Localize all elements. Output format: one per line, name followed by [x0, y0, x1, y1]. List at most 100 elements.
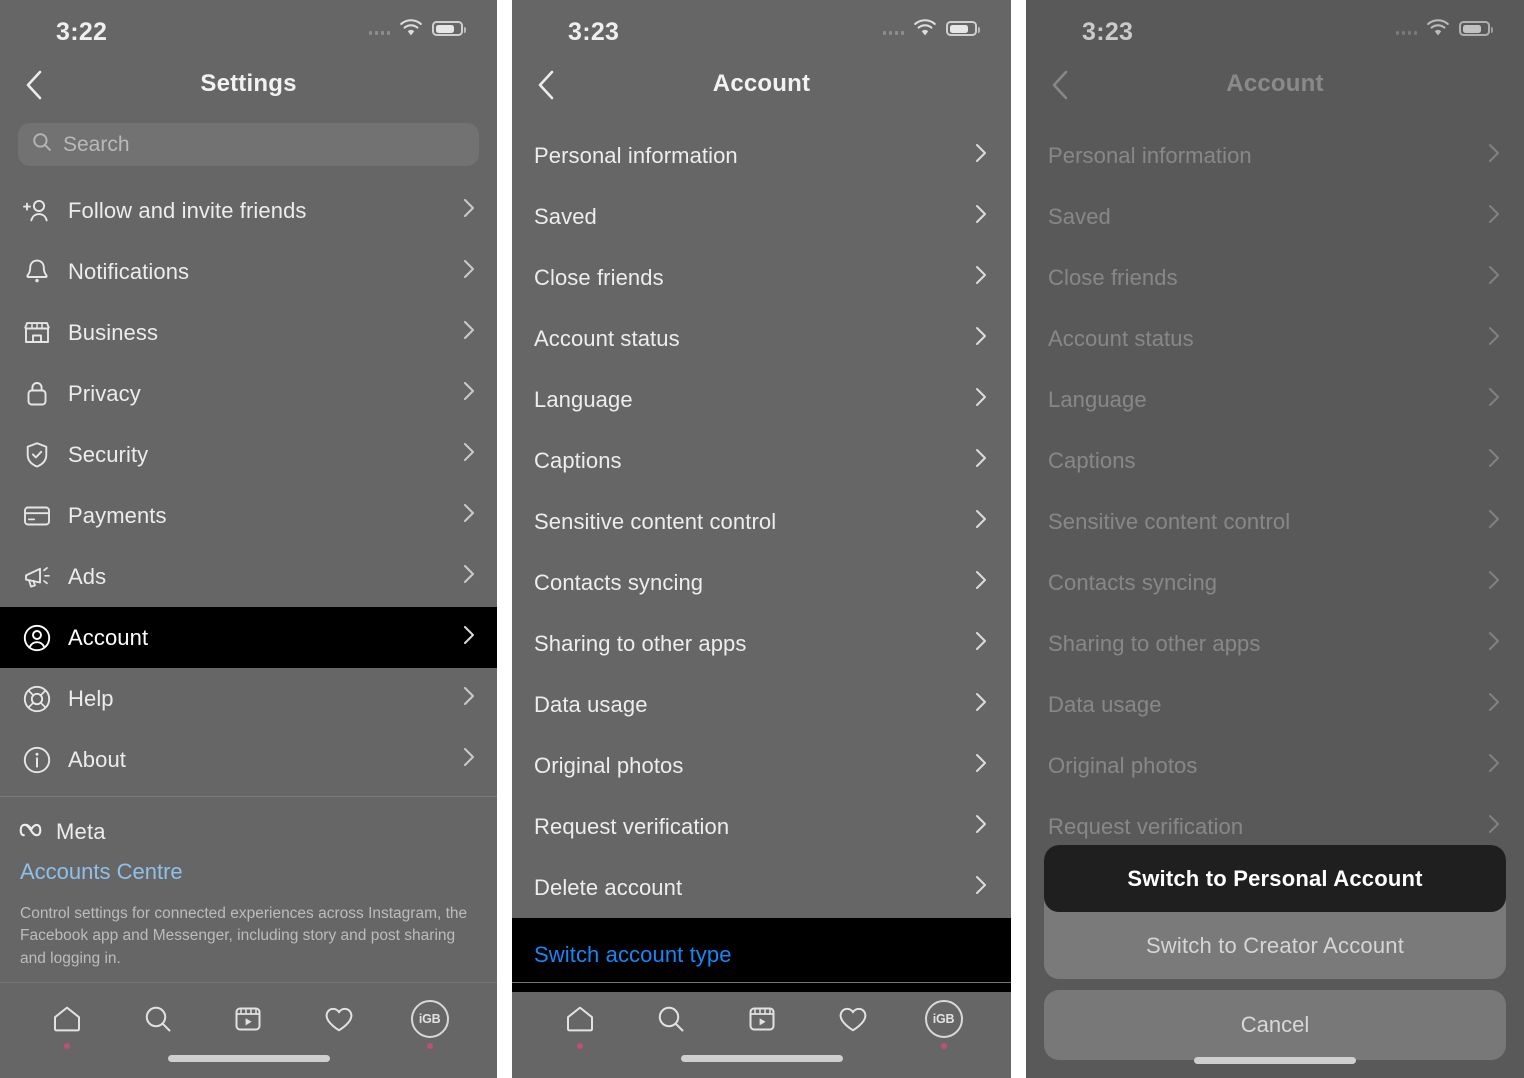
list-item-sharing-to-other-apps[interactable]: Sharing to other apps [512, 613, 1011, 674]
chevron-right-icon [463, 686, 475, 711]
wifi-icon [399, 19, 423, 37]
list-item-captions[interactable]: Captions [512, 430, 1011, 491]
sidebar-item-about[interactable]: About [0, 729, 497, 790]
home-indicator [1194, 1057, 1356, 1064]
list-item-label: Sensitive content control [534, 508, 777, 534]
chevron-left-icon[interactable] [12, 64, 54, 106]
sidebar-item-notifications[interactable]: Notifications [0, 241, 497, 302]
sidebar-item-payments[interactable]: Payments [0, 485, 497, 546]
list-item-data-usage[interactable]: Data usage [512, 674, 1011, 735]
list-item-language[interactable]: Language [512, 369, 1011, 430]
sidebar-item-label: Follow and invite friends [68, 197, 307, 223]
panel-account: 3:23 Account Personal information Saved [512, 0, 1011, 1078]
tab-search[interactable] [648, 996, 694, 1042]
profile-avatar-icon: iGB [410, 1000, 449, 1038]
list-item-label: Captions [534, 447, 622, 473]
accounts-centre-link[interactable]: Accounts Centre [20, 859, 477, 885]
sidebar-item-account[interactable]: Account [0, 607, 497, 668]
list-item-label: Account status [534, 325, 680, 351]
panel-settings: 3:22 Settings Search Follow and invite f… [0, 0, 497, 1078]
chevron-right-icon [463, 747, 475, 772]
list-item-label: Close friends [534, 264, 664, 290]
sidebar-item-privacy[interactable]: Privacy [0, 363, 497, 424]
sidebar-item-label: Notifications [68, 258, 190, 284]
chevron-right-icon [463, 625, 475, 650]
bottom-tab-bar: iGB [0, 982, 497, 1078]
chevron-right-icon [975, 814, 987, 839]
chevron-right-icon [975, 570, 987, 595]
home-indicator [167, 1055, 330, 1062]
switch-to-creator-account-button[interactable]: Switch to Creator Account [1044, 912, 1506, 979]
chevron-right-icon [975, 326, 987, 351]
search-placeholder: Search [63, 132, 130, 156]
tab-activity[interactable] [830, 996, 876, 1042]
sidebar-item-follow-and-invite-friends[interactable]: Follow and invite friends [0, 180, 497, 241]
sidebar-item-label: Account [68, 624, 149, 650]
battery-icon [946, 21, 980, 36]
list-item-close-friends[interactable]: Close friends [512, 247, 1011, 308]
switch-to-personal-account-button[interactable]: Switch to Personal Account [1044, 845, 1506, 912]
list-item-label: Request verification [534, 813, 730, 839]
tab-search[interactable] [135, 996, 181, 1042]
nav-bar: Settings [0, 62, 497, 117]
chevron-right-icon [975, 204, 987, 229]
chevron-right-icon [463, 259, 475, 284]
accounts-centre-description: Control settings for connected experienc… [20, 905, 468, 967]
list-item-switch-account-type[interactable]: Switch account type [512, 918, 1011, 992]
storefront-icon [20, 316, 54, 350]
sidebar-item-help[interactable]: Help [0, 668, 497, 729]
chevron-right-icon [975, 875, 987, 900]
list-item-label: Data usage [534, 691, 648, 717]
tab-reels[interactable] [739, 996, 785, 1042]
tab-profile[interactable]: iGB [407, 996, 453, 1049]
status-indicators [368, 19, 466, 37]
list-item-contacts-syncing[interactable]: Contacts syncing [512, 552, 1011, 613]
search-container: Search [0, 117, 497, 166]
sidebar-item-label: Privacy [68, 380, 141, 406]
sidebar-item-label: Ads [68, 563, 107, 589]
home-badge-dot [576, 1043, 583, 1049]
list-item-label: Language [534, 386, 633, 412]
list-item-label: Switch account type [534, 942, 732, 967]
bell-icon [20, 255, 54, 289]
list-item-delete-account[interactable]: Delete account [512, 857, 1011, 918]
chevron-right-icon [975, 692, 987, 717]
sidebar-item-label: About [68, 746, 126, 772]
status-bar: 3:23 [512, 0, 1011, 62]
list-item-sensitive-content-control[interactable]: Sensitive content control [512, 491, 1011, 552]
status-time: 3:23 [568, 18, 620, 46]
sidebar-item-security[interactable]: Security [0, 424, 497, 485]
tab-profile[interactable]: iGB [921, 996, 967, 1049]
panel-account-switch-sheet: 3:23 Account Personal information Saved [1026, 0, 1524, 1078]
search-input[interactable]: Search [18, 123, 479, 166]
list-item-account-status[interactable]: Account status [512, 308, 1011, 369]
list-item-request-verification[interactable]: Request verification [512, 796, 1011, 857]
tab-home[interactable] [44, 996, 90, 1049]
cancel-button[interactable]: Cancel [1044, 990, 1506, 1060]
list-item-original-photos[interactable]: Original photos [512, 735, 1011, 796]
tab-reels[interactable] [225, 996, 271, 1042]
action-sheet-overlay[interactable]: Switch to Personal Account Switch to Cre… [1026, 0, 1524, 1078]
shield-check-icon [20, 438, 54, 472]
list-item-label: Delete account [534, 874, 683, 900]
chevron-right-icon [463, 503, 475, 528]
chevron-right-icon [975, 265, 987, 290]
page-title: Settings [200, 70, 297, 97]
tab-home[interactable] [557, 996, 603, 1049]
page-title: Account [712, 70, 811, 97]
chevron-right-icon [975, 631, 987, 656]
battery-icon [432, 21, 466, 36]
chevron-right-icon [975, 143, 987, 168]
wifi-icon [913, 19, 937, 37]
chevron-right-icon [975, 387, 987, 412]
chevron-right-icon [975, 509, 987, 534]
sidebar-item-ads[interactable]: Ads [0, 546, 497, 607]
sidebar-item-business[interactable]: Business [0, 302, 497, 363]
list-item-label: Contacts syncing [534, 569, 704, 595]
list-item-saved[interactable]: Saved [512, 186, 1011, 247]
chevron-right-icon [975, 448, 987, 473]
list-item-personal-information[interactable]: Personal information [512, 125, 1011, 186]
chevron-left-icon[interactable] [524, 64, 566, 106]
meta-brand: Meta [19, 819, 477, 845]
tab-activity[interactable] [316, 996, 362, 1042]
